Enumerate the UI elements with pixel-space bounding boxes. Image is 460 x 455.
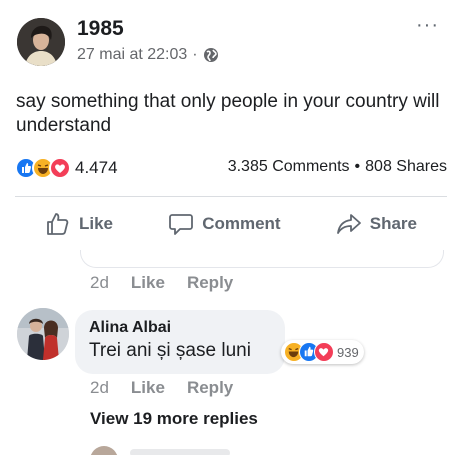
comment-text: Trei ani și șase luni <box>89 340 251 361</box>
commenter-name[interactable]: Alina Albai <box>89 319 271 337</box>
like-label: Like <box>79 214 114 233</box>
post-header: 1985 27 mai at 22:03 · ··· <box>17 15 447 68</box>
comment-item: Alina Albai Trei ani și șase luni 939 <box>17 308 447 378</box>
like-button[interactable]: Like <box>45 211 113 237</box>
view-more-replies-link[interactable]: View 19 more replies <box>90 409 258 429</box>
author-avatar[interactable] <box>17 18 65 66</box>
post-stats: 4.474 3.385 Comments • 808 Shares <box>15 155 447 181</box>
share-label: Share <box>369 214 417 233</box>
love-icon <box>49 157 71 179</box>
post-meta: 27 mai at 22:03 · <box>77 46 219 64</box>
comment-bubble-icon <box>168 211 194 237</box>
reply-preview <box>130 449 230 455</box>
comment-button[interactable]: Comment <box>168 211 281 237</box>
shares-count[interactable]: 808 Shares <box>365 158 447 175</box>
more-options-icon[interactable]: ··· <box>416 15 439 35</box>
comments-shares: 3.385 Comments • 808 Shares <box>228 158 447 176</box>
stats-dot: • <box>354 158 361 175</box>
previous-comment-bubble-edge <box>80 250 444 268</box>
comment-like-button[interactable]: Like <box>131 378 165 398</box>
reactions-summary[interactable]: 4.474 <box>15 157 118 179</box>
comment-bubble[interactable]: Alina Albai Trei ani și șase luni <box>75 310 285 374</box>
action-bar: Like Comment Share <box>15 208 447 240</box>
comment-label: Comment <box>202 214 281 233</box>
comment-actions: 2d Like Reply <box>90 378 233 398</box>
love-icon <box>314 342 334 362</box>
meta-separator: · <box>192 46 198 63</box>
reply-avatar[interactable] <box>90 446 118 455</box>
comment-time: 2d <box>90 378 109 397</box>
prev-comment-time: 2d <box>90 273 109 292</box>
post-date[interactable]: 27 mai at 22:03 <box>77 46 187 64</box>
commenter-avatar[interactable] <box>17 308 69 360</box>
prev-comment-like-button[interactable]: Like <box>131 273 165 293</box>
divider-top <box>15 196 447 197</box>
comments-count[interactable]: 3.385 Comments <box>228 158 350 175</box>
comment-reactions[interactable]: 939 <box>281 340 364 364</box>
comment-reply-button[interactable]: Reply <box>187 378 233 398</box>
comment-reactions-count: 939 <box>337 344 359 360</box>
post-author-name[interactable]: 1985 <box>77 17 124 41</box>
reactions-count: 4.474 <box>75 158 118 177</box>
globe-icon <box>203 47 219 63</box>
share-button[interactable]: Share <box>336 211 417 237</box>
thumbs-up-icon <box>45 211 71 237</box>
post-text: say something that only people in your c… <box>16 91 440 136</box>
share-arrow-icon <box>336 211 362 237</box>
prev-comment-actions: 2d Like Reply <box>90 273 233 293</box>
prev-comment-reply-button[interactable]: Reply <box>187 273 233 293</box>
